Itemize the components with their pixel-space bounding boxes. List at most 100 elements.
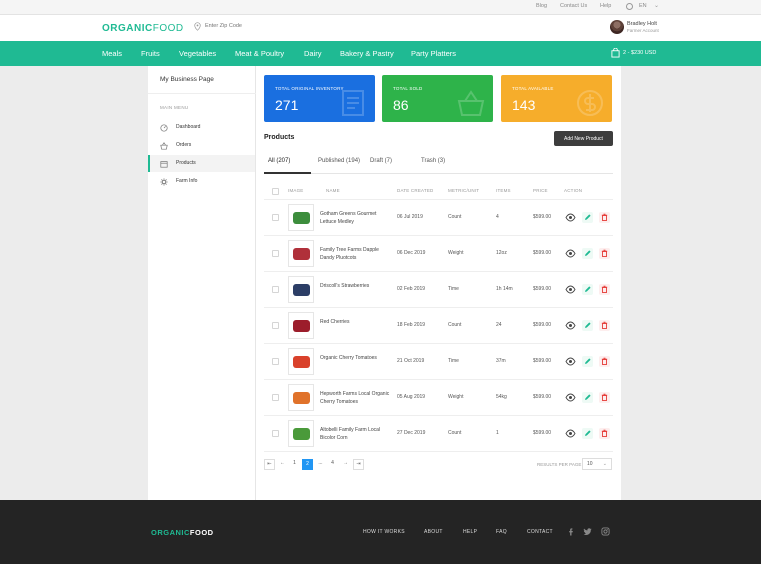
pencil-icon[interactable]: [582, 428, 593, 439]
product-image[interactable]: [288, 312, 314, 339]
row-checkbox[interactable]: [272, 430, 279, 437]
product-name[interactable]: Altobelli Family Farm Local Bicolor Corn: [320, 426, 390, 442]
nav-dairy[interactable]: Dairy: [304, 49, 322, 58]
category-nav: Meals Fruits Vegetables Meat & Poultry D…: [0, 41, 761, 66]
nav-party-platters[interactable]: Party Platters: [411, 49, 456, 58]
contact-link[interactable]: Contact Us: [560, 3, 587, 9]
pencil-icon[interactable]: [582, 284, 593, 295]
first-page-button[interactable]: ⇤: [264, 459, 275, 470]
cart-summary[interactable]: 2 - $230 USD: [623, 50, 656, 56]
help-link[interactable]: Help: [600, 3, 611, 9]
blog-link[interactable]: Blog: [536, 3, 547, 9]
nav-meat-poultry[interactable]: Meat & Poultry: [235, 49, 284, 58]
footer-link-how-it-works[interactable]: HOW IT WORKS: [363, 529, 405, 535]
zip-code-input[interactable]: [205, 23, 305, 29]
product-name[interactable]: Family Tree Farms Dapple Dandy Pluotcots: [320, 246, 390, 262]
product-image[interactable]: [288, 348, 314, 375]
footer-link-faq[interactable]: FAQ: [496, 529, 507, 535]
twitter-icon[interactable]: [583, 527, 592, 536]
eye-icon[interactable]: [565, 428, 576, 439]
sidebar-item-farm-info[interactable]: Farm Info: [148, 173, 255, 190]
product-image[interactable]: [288, 384, 314, 411]
language-selector[interactable]: EN: [639, 3, 647, 9]
page-2-button[interactable]: 2: [302, 459, 313, 470]
metric-unit: Time: [448, 286, 459, 292]
sidebar-item-products[interactable]: Products: [148, 155, 255, 172]
metric-unit: Count: [448, 430, 462, 436]
trash-icon[interactable]: [599, 356, 610, 367]
trash-icon[interactable]: [599, 212, 610, 223]
previous-page-button[interactable]: ←: [277, 459, 288, 470]
last-page-button[interactable]: ⇥: [353, 459, 364, 470]
tab-trash[interactable]: Trash (3): [421, 158, 445, 164]
pencil-icon[interactable]: [582, 212, 593, 223]
results-per-page-select[interactable]: 10 ⌄: [582, 458, 612, 470]
pencil-icon[interactable]: [582, 392, 593, 403]
column-header-price[interactable]: PRICE: [533, 188, 548, 193]
product-name[interactable]: Driscoll's Strawberries: [320, 282, 390, 290]
shopping-bag-icon[interactable]: [611, 48, 620, 58]
trash-icon[interactable]: [599, 320, 610, 331]
price: $599.00: [533, 394, 552, 400]
trash-icon[interactable]: [599, 284, 610, 295]
pencil-icon[interactable]: [582, 248, 593, 259]
row-checkbox[interactable]: [272, 286, 279, 293]
sidebar-item-orders[interactable]: Orders: [148, 137, 255, 154]
product-name[interactable]: Gotham Greens Gourmet Lettuce Medley: [320, 210, 390, 226]
trash-icon[interactable]: [599, 248, 610, 259]
row-checkbox[interactable]: [272, 358, 279, 365]
sidebar-item-dashboard[interactable]: Dashboard: [148, 119, 255, 136]
eye-icon[interactable]: [565, 392, 576, 403]
product-image[interactable]: [288, 276, 314, 303]
product-name[interactable]: Organic Cherry Tomatoes: [320, 354, 390, 362]
trash-icon[interactable]: [599, 392, 610, 403]
product-image[interactable]: [288, 420, 314, 447]
trash-icon[interactable]: [599, 428, 610, 439]
tab-all[interactable]: All (207): [268, 158, 290, 164]
instagram-icon[interactable]: [601, 527, 610, 536]
product-image[interactable]: [288, 204, 314, 231]
column-header-items[interactable]: ITEMS: [496, 188, 511, 193]
row-checkbox[interactable]: [272, 214, 279, 221]
page-4-button[interactable]: 4: [327, 459, 338, 470]
tab-published[interactable]: Published (194): [318, 158, 360, 164]
nav-fruits[interactable]: Fruits: [141, 49, 160, 58]
product-name[interactable]: Red Cherries: [320, 318, 390, 326]
product-name[interactable]: Hepworth Farms Local Organic Cherry Toma…: [320, 390, 390, 406]
select-all-checkbox[interactable]: [272, 188, 279, 195]
row-checkbox[interactable]: [272, 322, 279, 329]
next-page-button[interactable]: →: [340, 459, 351, 470]
nav-bakery-pastry[interactable]: Bakery & Pastry: [340, 49, 394, 58]
user-name[interactable]: Bradley Holt: [627, 21, 657, 27]
product-image[interactable]: [288, 240, 314, 267]
sidebar-title: My Business Page: [160, 76, 214, 83]
logo[interactable]: ORGANICFOOD: [102, 23, 184, 34]
eye-icon[interactable]: [565, 212, 576, 223]
footer-link-about[interactable]: ABOUT: [424, 529, 443, 535]
eye-icon[interactable]: [565, 248, 576, 259]
footer-link-contact[interactable]: CONTACT: [527, 529, 553, 535]
page-1-button[interactable]: 1: [289, 459, 300, 470]
row-checkbox[interactable]: [272, 394, 279, 401]
eye-icon[interactable]: [565, 284, 576, 295]
footer-link-help[interactable]: HELP: [463, 529, 477, 535]
add-new-product-button[interactable]: Add New Product: [554, 131, 613, 146]
nav-meals[interactable]: Meals: [102, 49, 122, 58]
nav-vegetables[interactable]: Vegetables: [179, 49, 216, 58]
eye-icon[interactable]: [565, 356, 576, 367]
column-header-metric[interactable]: METRIC/UNIT: [448, 188, 479, 193]
row-checkbox[interactable]: [272, 250, 279, 257]
header: ORGANICFOOD Bradley Holt Farmer Account: [0, 15, 761, 41]
column-header-name[interactable]: NAME: [326, 188, 340, 193]
tab-draft[interactable]: Draft (7): [370, 158, 392, 164]
facebook-icon[interactable]: [567, 527, 576, 536]
column-header-date[interactable]: DATE CREATED: [397, 188, 434, 193]
metric-unit: Weight: [448, 250, 464, 256]
avatar[interactable]: [610, 20, 624, 34]
pencil-icon[interactable]: [582, 320, 593, 331]
footer-logo[interactable]: ORGANICFOOD: [151, 528, 214, 537]
stat-label: TOTAL SOLD: [393, 86, 423, 91]
date-created: 06 Dec 2019: [397, 250, 426, 256]
eye-icon[interactable]: [565, 320, 576, 331]
pencil-icon[interactable]: [582, 356, 593, 367]
